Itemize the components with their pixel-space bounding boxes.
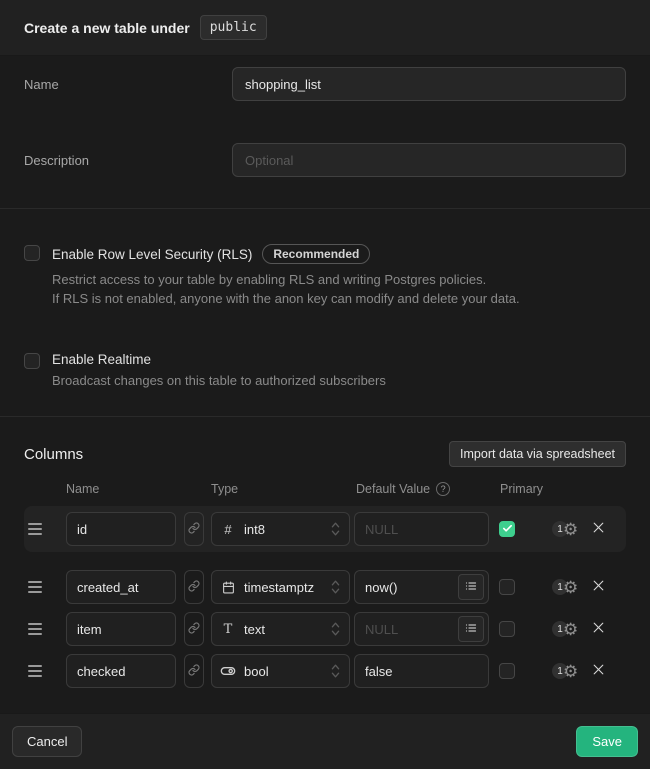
rls-block: Enable Row Level Security (RLS) Recommen… [24, 244, 626, 308]
chevron-updown-icon [330, 521, 341, 537]
rls-checkbox[interactable] [24, 245, 40, 261]
column-row-checked: bool false 1 ⚙ [24, 654, 626, 688]
remove-column-button[interactable] [590, 621, 606, 637]
column-settings-button[interactable]: 1 ⚙ [552, 663, 578, 680]
foreign-key-link-button[interactable] [184, 654, 204, 688]
foreign-key-link-button[interactable] [184, 570, 204, 604]
column-settings-button[interactable]: 1 ⚙ [552, 621, 578, 638]
primary-checkbox[interactable] [499, 621, 515, 637]
gear-icon: ⚙ [563, 521, 578, 538]
drag-handle-icon[interactable] [28, 581, 42, 593]
column-name-input[interactable] [66, 570, 176, 604]
columns-title: Columns [24, 446, 83, 463]
default-value-field[interactable]: false [354, 654, 489, 688]
column-type-value: timestamptz [244, 580, 314, 595]
chevron-updown-icon [330, 579, 341, 595]
header-name: Name [66, 482, 99, 496]
default-value-field[interactable]: now() [354, 570, 489, 604]
column-row-created-at: timestamptz now() 1 ⚙ [24, 570, 626, 604]
calendar-icon [220, 581, 236, 594]
hash-icon: # [220, 522, 236, 537]
columns-table-header: Name Type Default Value ? Primary [24, 482, 626, 498]
column-name-input[interactable] [66, 654, 176, 688]
name-row: Name [24, 67, 626, 101]
schema-badge: public [200, 15, 267, 40]
foreign-key-link-button[interactable] [184, 512, 204, 546]
text-type-icon: T [220, 622, 236, 637]
realtime-label: Enable Realtime [52, 352, 151, 367]
default-value-menu-button[interactable] [458, 574, 484, 600]
drag-handle-icon[interactable] [28, 665, 42, 677]
link-icon [188, 664, 200, 679]
column-type-select[interactable]: T text [211, 612, 350, 646]
link-icon [188, 522, 200, 537]
gear-icon: ⚙ [563, 621, 578, 638]
modal-header: Create a new table under public [0, 0, 650, 56]
chevron-updown-icon [330, 621, 341, 637]
default-value-menu-button[interactable] [458, 616, 484, 642]
table-name-input[interactable] [232, 67, 626, 101]
realtime-description: Broadcast changes on this table to autho… [52, 371, 386, 390]
table-details-section: Name Description [0, 56, 650, 208]
check-icon [502, 522, 513, 537]
drag-handle-icon[interactable] [28, 623, 42, 635]
remove-column-button[interactable] [590, 579, 606, 595]
name-label: Name [24, 67, 232, 101]
link-icon [188, 580, 200, 595]
column-name-input[interactable] [66, 512, 176, 546]
realtime-checkbox[interactable] [24, 353, 40, 369]
column-type-value: text [244, 622, 265, 637]
help-icon[interactable]: ? [436, 482, 450, 496]
column-type-select[interactable]: timestamptz [211, 570, 350, 604]
column-type-select[interactable]: bool [211, 654, 350, 688]
drag-handle-icon[interactable] [28, 523, 42, 535]
gear-icon: ⚙ [563, 579, 578, 596]
header-default-value: Default Value ? [356, 482, 450, 496]
description-label: Description [24, 143, 232, 177]
list-icon [465, 622, 477, 637]
modal-title: Create a new table under [24, 20, 190, 36]
default-value-field[interactable]: NULL [354, 512, 489, 546]
column-row-id: # int8 NULL 1 ⚙ [24, 512, 626, 546]
gear-icon: ⚙ [563, 663, 578, 680]
chevron-updown-icon [330, 663, 341, 679]
header-primary: Primary [500, 482, 543, 496]
cancel-button[interactable]: Cancel [12, 726, 82, 757]
default-value-field[interactable]: NULL [354, 612, 489, 646]
primary-row-highlight: # int8 NULL 1 ⚙ [24, 506, 626, 552]
column-type-value: bool [244, 664, 269, 679]
table-description-input[interactable] [232, 143, 626, 177]
foreign-key-link-button[interactable] [184, 612, 204, 646]
remove-column-button[interactable] [590, 521, 606, 537]
close-icon [592, 621, 605, 637]
toggle-icon [220, 663, 236, 679]
save-button[interactable]: Save [576, 726, 638, 757]
close-icon [592, 663, 605, 679]
remove-column-button[interactable] [590, 663, 606, 679]
column-settings-button[interactable]: 1 ⚙ [552, 579, 578, 596]
column-settings-button[interactable]: 1 ⚙ [552, 521, 578, 538]
column-row-item: T text NULL 1 ⚙ [24, 612, 626, 646]
options-section: Enable Row Level Security (RLS) Recommen… [0, 209, 650, 416]
close-icon [592, 521, 605, 537]
primary-checkbox[interactable] [499, 579, 515, 595]
header-type: Type [211, 482, 238, 496]
realtime-block: Enable Realtime Broadcast changes on thi… [24, 352, 626, 390]
import-spreadsheet-button[interactable]: Import data via spreadsheet [449, 441, 626, 467]
column-type-select[interactable]: # int8 [211, 512, 350, 546]
rls-description: Restrict access to your table by enablin… [52, 270, 520, 308]
column-type-value: int8 [244, 522, 265, 537]
description-row: Description [24, 143, 626, 177]
list-icon [465, 580, 477, 595]
primary-checkbox[interactable] [499, 663, 515, 679]
column-name-input[interactable] [66, 612, 176, 646]
recommended-badge: Recommended [262, 244, 370, 264]
columns-section: Columns Import data via spreadsheet Name… [0, 417, 650, 688]
close-icon [592, 579, 605, 595]
primary-checkbox[interactable] [499, 521, 515, 537]
link-icon [188, 622, 200, 637]
rls-label: Enable Row Level Security (RLS) [52, 247, 252, 262]
